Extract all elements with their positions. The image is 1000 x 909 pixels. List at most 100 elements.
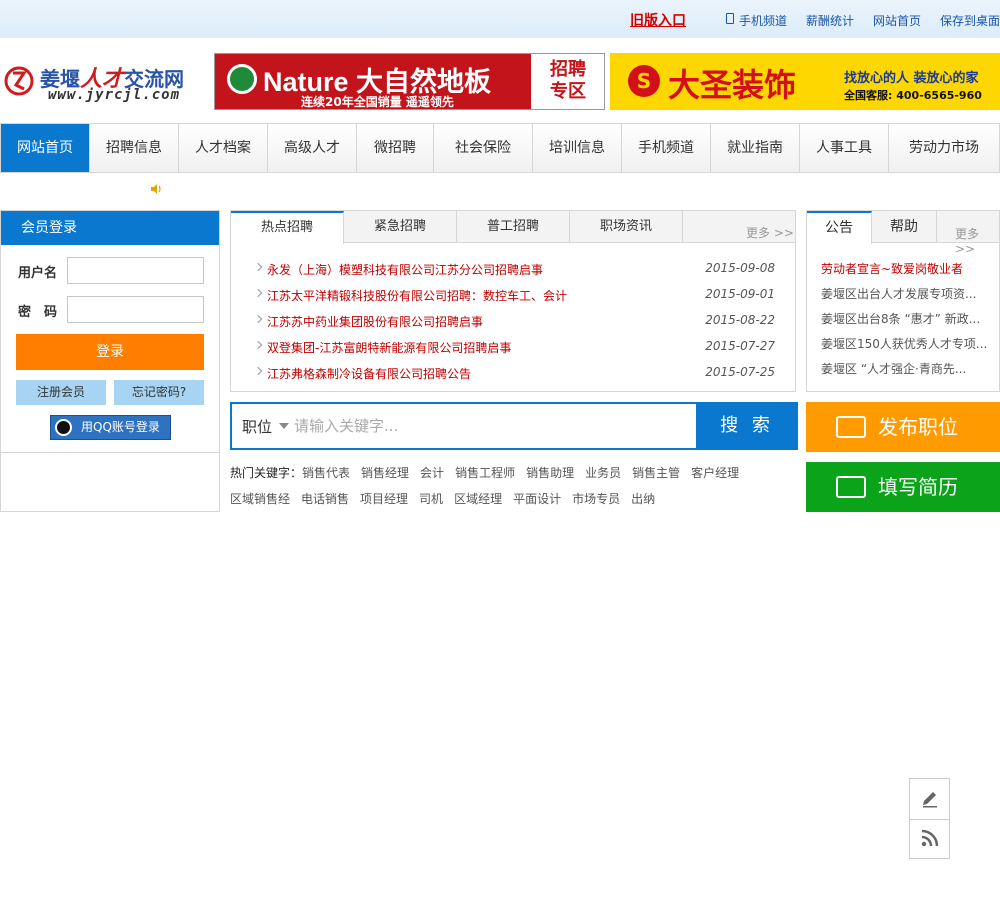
- news-panel: 热点招聘 紧急招聘 普工招聘 职场资讯 更多 >> 永发（上海）模塑科技有限公司…: [230, 210, 796, 392]
- badge-line-1: 招聘: [550, 59, 586, 80]
- notice-item[interactable]: 劳动者宣言~致爱岗敬业者: [821, 260, 991, 277]
- keyword-link[interactable]: 市场专员: [572, 486, 620, 512]
- keyword-link[interactable]: 电话销售: [301, 486, 349, 512]
- news-row[interactable]: 江苏弗格森制冷设备有限公司招聘公告 2015-07-25: [253, 363, 775, 383]
- resume-label: 填写简历: [878, 475, 958, 499]
- nav-jobs[interactable]: 招聘信息: [90, 124, 179, 172]
- login-panel: 会员登录 用户名 密 码 登录 注册会员 忘记密码? 用QQ账号登录: [0, 210, 220, 512]
- hot-keywords: 热门关键字：销售代表 销售经理 会计 销售工程师 销售助理 业务员 销售主管 客户经理区域销售…: [230, 460, 800, 512]
- nav-talent-profiles[interactable]: 人才档案: [179, 124, 268, 172]
- login-title: 会员登录: [1, 211, 219, 245]
- notice-item[interactable]: 姜堰区 “人才强企·青商先...: [821, 360, 991, 377]
- news-date: 2015-09-01: [705, 287, 775, 301]
- rss-icon[interactable]: [920, 828, 940, 848]
- notice-item[interactable]: 姜堰区出台8条 “惠才” 新政...: [821, 310, 991, 327]
- main-nav: 网站首页 招聘信息 人才档案 高级人才 微招聘 社会保险 培训信息 手机频道 就…: [0, 123, 1000, 173]
- nature-ad-slogan: 连续20年全国销量 遥遥领先: [301, 95, 454, 109]
- save-to-desktop-link[interactable]: 保存到桌面: [940, 12, 1000, 29]
- qq-icon: [55, 419, 72, 436]
- keyword-link[interactable]: 销售助理: [526, 460, 574, 486]
- news-more-link[interactable]: 更多 >>: [746, 224, 794, 241]
- nav-mobile[interactable]: 手机频道: [622, 124, 711, 172]
- search-input[interactable]: [294, 412, 692, 440]
- edit-icon[interactable]: [920, 788, 940, 808]
- news-row[interactable]: 双登集团-江苏富朗特新能源有限公司招聘启事 2015-07-27: [253, 337, 775, 357]
- keyword-link[interactable]: 区域销售经: [230, 486, 290, 512]
- nav-home[interactable]: 网站首页: [1, 124, 90, 172]
- nature-logo-icon: [227, 64, 257, 94]
- tab-announcements[interactable]: 公告: [807, 211, 872, 244]
- login-button[interactable]: 登录: [16, 334, 204, 370]
- news-title[interactable]: 江苏苏中药业集团股份有限公司招聘启事: [267, 313, 483, 330]
- register-button[interactable]: 注册会员: [16, 380, 106, 405]
- news-title[interactable]: 永发（上海）模塑科技有限公司江苏分公司招聘启事: [267, 261, 543, 278]
- dasheng-ad-banner[interactable]: S 大圣装饰 找放心的人 装放心的家 全国客服: 400-6565-960: [610, 53, 1000, 110]
- keyword-link[interactable]: 销售经理: [361, 460, 409, 486]
- nav-senior-talent[interactable]: 高级人才: [268, 124, 357, 172]
- news-title[interactable]: 双登集团-江苏富朗特新能源有限公司招聘启事: [267, 339, 511, 356]
- notice-more-link[interactable]: 更多>>: [955, 225, 999, 256]
- tab-hot-jobs[interactable]: 热点招聘: [231, 211, 344, 244]
- password-input[interactable]: [67, 296, 204, 323]
- keyword-link[interactable]: 销售主管: [632, 460, 680, 486]
- news-row[interactable]: 江苏太平洋精锻科技股份有限公司招聘：数控车工、会计 2015-09-01: [253, 285, 775, 305]
- chevron-down-icon[interactable]: [279, 423, 289, 429]
- hot-keywords-label: 热门关键字：: [230, 466, 303, 480]
- fill-resume-button[interactable]: 填写简历: [806, 462, 1000, 512]
- username-input[interactable]: [67, 257, 204, 284]
- keyword-link[interactable]: 销售代表: [302, 460, 350, 486]
- keyword-link[interactable]: 平面设计: [513, 486, 561, 512]
- keyword-link[interactable]: 司机: [419, 486, 443, 512]
- keyword-link[interactable]: 销售工程师: [455, 460, 515, 486]
- nav-labor-market[interactable]: 劳动力市场: [889, 124, 999, 172]
- nav-training[interactable]: 培训信息: [533, 124, 622, 172]
- tab-career-news[interactable]: 职场资讯: [570, 211, 683, 243]
- search-button[interactable]: 搜 索: [696, 402, 798, 450]
- salary-stats-link[interactable]: 薪酬统计: [806, 12, 854, 29]
- dasheng-ad-brand: 大圣装饰: [668, 66, 797, 104]
- tab-help[interactable]: 帮助: [872, 211, 937, 243]
- speaker-icon: [151, 184, 161, 194]
- news-date: 2015-07-27: [705, 339, 775, 353]
- dasheng-ad-slogan: 找放心的人 装放心的家: [844, 71, 979, 86]
- username-label: 用户名: [18, 266, 58, 281]
- mobile-channel-link[interactable]: 手机频道: [739, 12, 787, 29]
- floating-toolbar: [909, 778, 950, 859]
- news-row[interactable]: 江苏苏中药业集团股份有限公司招聘启事 2015-08-22: [253, 311, 775, 331]
- login-divider: [1, 452, 219, 453]
- nav-employment-guide[interactable]: 就业指南: [711, 124, 800, 172]
- forgot-password-button[interactable]: 忘记密码?: [114, 380, 204, 405]
- dasheng-logo-icon: S: [628, 65, 660, 97]
- nav-hr-tools[interactable]: 人事工具: [800, 124, 889, 172]
- notice-item[interactable]: 姜堰区出台人才发展专项资...: [821, 285, 991, 302]
- keyword-link[interactable]: 出纳: [631, 486, 655, 512]
- news-title[interactable]: 江苏弗格森制冷设备有限公司招聘公告: [267, 365, 471, 382]
- news-title[interactable]: 江苏太平洋精锻科技股份有限公司招聘：数控车工、会计: [267, 287, 567, 304]
- arrow-icon: [253, 366, 263, 376]
- tab-general-jobs[interactable]: 普工招聘: [457, 211, 570, 243]
- tab-urgent-jobs[interactable]: 紧急招聘: [344, 211, 457, 243]
- search-bar: 职位 搜 索: [230, 402, 798, 450]
- keyword-link[interactable]: 会计: [420, 460, 444, 486]
- notice-item[interactable]: 姜堰区150人获优秀人才专项...: [821, 335, 991, 352]
- arrow-icon: [253, 262, 263, 272]
- arrow-icon: [253, 288, 263, 298]
- publish-job-button[interactable]: 发布职位: [806, 402, 1000, 452]
- keyword-link[interactable]: 客户经理: [691, 460, 739, 486]
- keyword-link[interactable]: 项目经理: [360, 486, 408, 512]
- home-link[interactable]: 网站首页: [873, 12, 921, 29]
- news-row[interactable]: 永发（上海）模塑科技有限公司江苏分公司招聘启事 2015-09-08: [253, 259, 775, 279]
- qq-login-button[interactable]: 用QQ账号登录: [50, 415, 171, 440]
- search-category-select[interactable]: 职位: [242, 416, 272, 437]
- password-label: 密 码: [18, 305, 58, 320]
- nav-micro-recruit[interactable]: 微招聘: [357, 124, 434, 172]
- nav-social-insurance[interactable]: 社会保险: [434, 124, 533, 172]
- qq-login-label: 用QQ账号登录: [81, 420, 160, 434]
- old-version-link[interactable]: 旧版入口: [630, 10, 686, 30]
- logo-url: www.jyrcjl.com: [48, 87, 181, 103]
- logo-icon[interactable]: [4, 63, 34, 97]
- dasheng-ad-hotline: 全国客服: 400-6565-960: [844, 89, 982, 102]
- keyword-link[interactable]: 业务员: [585, 460, 621, 486]
- nature-ad-banner[interactable]: Nature 大自然地板 连续20年全国销量 遥遥领先 招聘 专区: [214, 53, 605, 110]
- keyword-link[interactable]: 区域经理: [454, 486, 502, 512]
